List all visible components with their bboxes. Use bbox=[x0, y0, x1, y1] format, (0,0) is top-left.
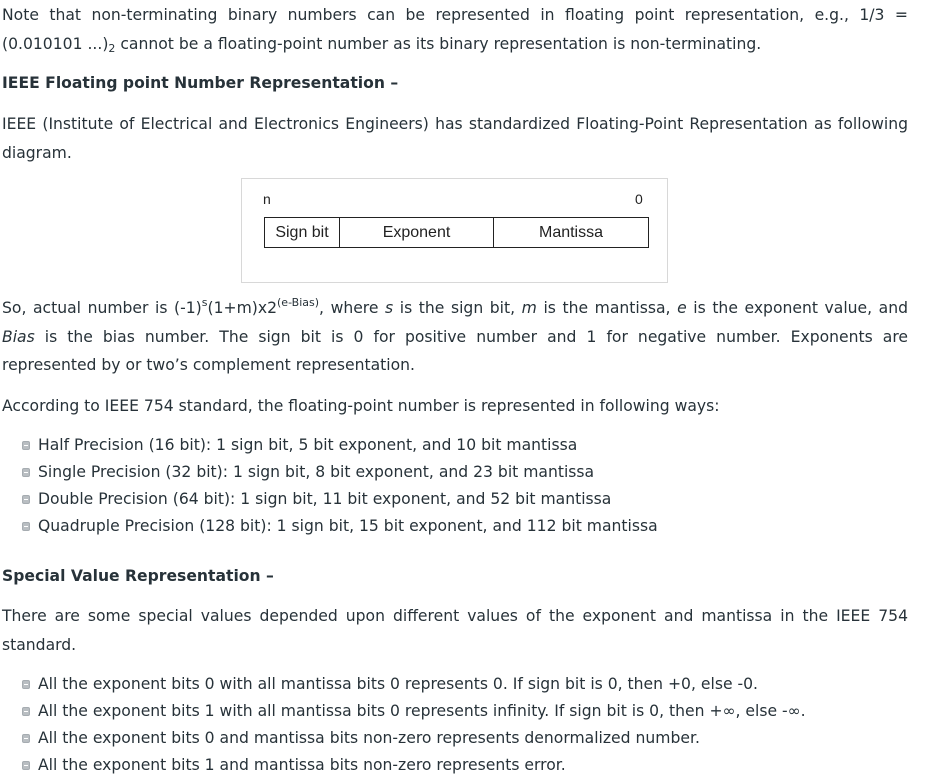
bullet-icon bbox=[22, 707, 30, 716]
list-item-text: All the exponent bits 1 with all mantiss… bbox=[38, 702, 806, 720]
precision-list: Half Precision (16 bit): 1 sign bit, 5 b… bbox=[22, 432, 658, 540]
bullet-icon bbox=[22, 495, 30, 504]
formula-sup-exponent: (e-Bias) bbox=[277, 296, 320, 309]
heading-special-values: Special Value Representation – bbox=[2, 567, 274, 585]
formula-text-4: is the sign bit, bbox=[393, 299, 522, 317]
heading-ieee-representation: IEEE Floating point Number Representatio… bbox=[2, 74, 399, 92]
formula-text-3: , where bbox=[319, 299, 386, 317]
formula-paragraph: So, actual number is (-1) s (1+m)x2(e-Bias… bbox=[2, 294, 908, 380]
formula-text-6: is the exponent value, and bbox=[686, 299, 909, 317]
list-item: Quadruple Precision (128 bit): 1 sign bi… bbox=[22, 513, 658, 540]
ieee-paragraph: IEEE (Institute of Electrical and Electr… bbox=[2, 115, 908, 162]
note-text-end: cannot be a floating-point number as its… bbox=[115, 34, 762, 53]
list-item-text: All the exponent bits 0 with all mantiss… bbox=[38, 675, 758, 693]
list-item: Single Precision (32 bit): 1 sign bit, 8… bbox=[22, 459, 658, 486]
list-item: All the exponent bits 1 with all mantiss… bbox=[22, 698, 806, 725]
formula-var-e: e bbox=[677, 299, 687, 317]
floating-point-diagram: n 0 Sign bit Exponent Mantissa bbox=[241, 178, 668, 283]
list-item: All the exponent bits 0 with all mantiss… bbox=[22, 671, 806, 698]
diagram-bit-0-label: 0 bbox=[635, 191, 643, 207]
list-item-text: All the exponent bits 1 and mantissa bit… bbox=[38, 756, 566, 774]
ieee754-paragraph: According to IEEE 754 standard, the floa… bbox=[2, 397, 720, 415]
bullet-icon bbox=[22, 680, 30, 689]
list-item: Double Precision (64 bit): 1 sign bit, 1… bbox=[22, 486, 658, 513]
special-values-list: All the exponent bits 0 with all mantiss… bbox=[22, 671, 806, 779]
bullet-icon bbox=[22, 441, 30, 450]
formula-text-5: is the mantissa, bbox=[536, 299, 678, 317]
diagram-sign-bit-box: Sign bit bbox=[264, 217, 340, 248]
formula-text-2: (1+m)x2 bbox=[207, 299, 278, 317]
formula-var-s: s bbox=[385, 299, 394, 317]
list-item: Half Precision (16 bit): 1 sign bit, 5 b… bbox=[22, 432, 658, 459]
bullet-icon bbox=[22, 468, 30, 477]
formula-var-bias: Bias bbox=[2, 327, 35, 346]
diagram-mantissa-box: Mantissa bbox=[493, 217, 649, 248]
list-item-text: Half Precision (16 bit): 1 sign bit, 5 b… bbox=[38, 436, 578, 454]
bullet-icon bbox=[22, 761, 30, 770]
diagram-bit-n-label: n bbox=[263, 191, 271, 207]
list-item-text: Quadruple Precision (128 bit): 1 sign bi… bbox=[38, 517, 658, 535]
list-item-text: All the exponent bits 0 and mantissa bit… bbox=[38, 729, 700, 747]
formula-text-1: So, actual number is (-1) bbox=[2, 299, 202, 317]
note-paragraph: Note that non-terminating binary numbers… bbox=[2, 1, 908, 63]
diagram-exponent-box: Exponent bbox=[339, 217, 494, 248]
formula-var-m: m bbox=[521, 299, 537, 317]
special-values-paragraph: There are some special values depended u… bbox=[2, 607, 908, 654]
list-item-text: Single Precision (32 bit): 1 sign bit, 8… bbox=[38, 463, 595, 481]
list-item: All the exponent bits 1 and mantissa bit… bbox=[22, 752, 806, 779]
bullet-icon bbox=[22, 522, 30, 531]
list-item: All the exponent bits 0 and mantissa bit… bbox=[22, 725, 806, 752]
list-item-text: Double Precision (64 bit): 1 sign bit, 1… bbox=[38, 490, 612, 508]
formula-text-7: is the bias number. The sign bit is 0 fo… bbox=[2, 327, 908, 375]
bullet-icon bbox=[22, 734, 30, 743]
